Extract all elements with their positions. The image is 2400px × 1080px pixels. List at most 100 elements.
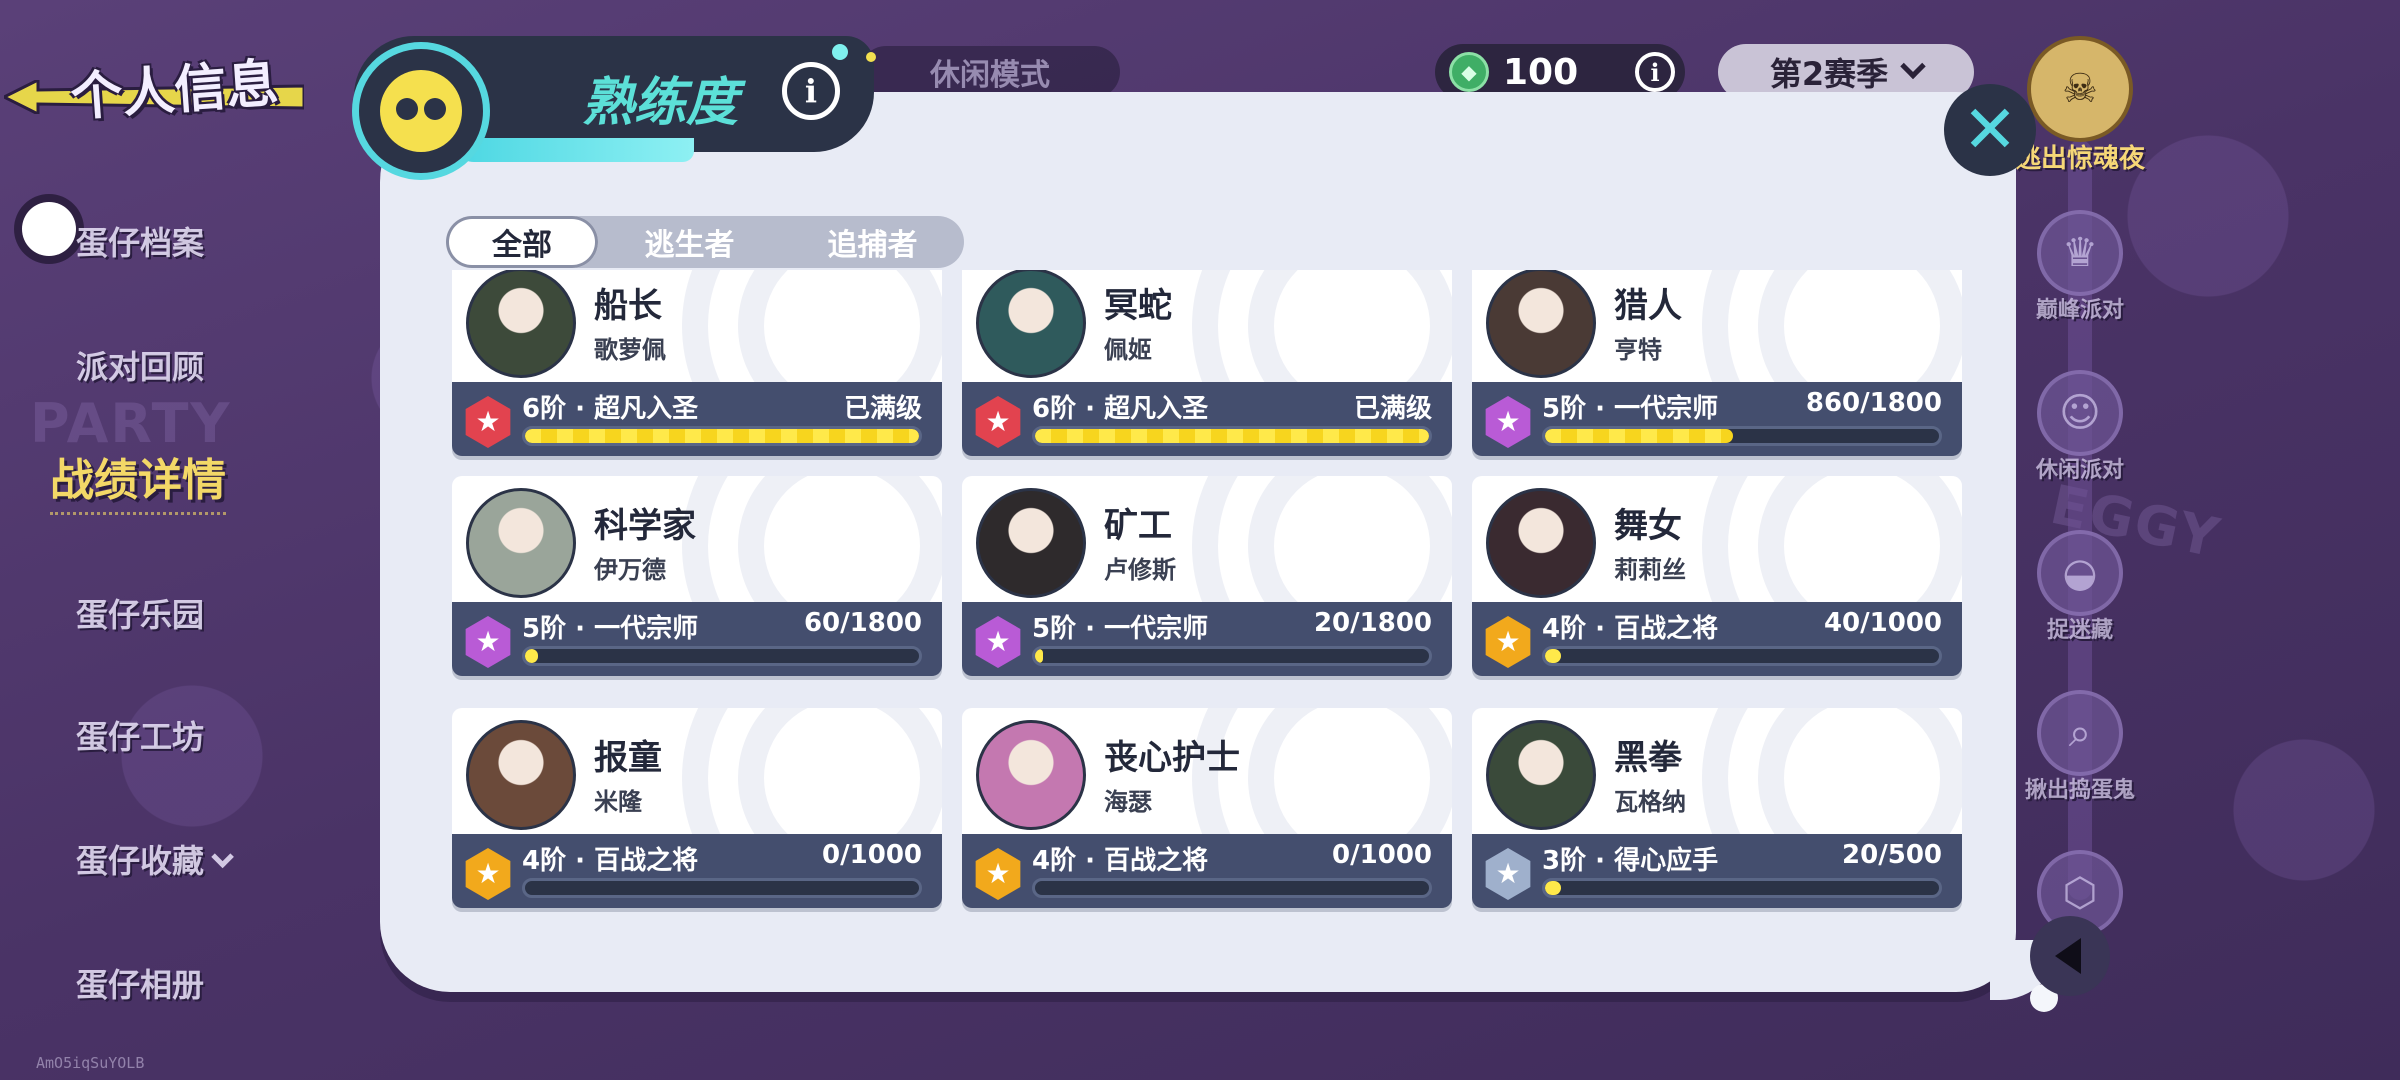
nav-item-collection-label: 蛋仔收藏 [76, 842, 205, 880]
character-avatar [1486, 488, 1596, 598]
role-filter-tabs: 全部 逃生者 追捕者 [446, 216, 964, 268]
progress-track [1542, 878, 1942, 898]
back-button[interactable]: 个人信息 [0, 20, 330, 140]
progress-fill [525, 429, 919, 443]
progress-fill [1035, 429, 1429, 443]
rank-label: 6阶 · 超凡入圣 [1032, 394, 1209, 424]
character-grid: 船长歌萝佩 ★ 6阶 · 超凡入圣 已满级 冥蛇佩姬 ★ 6阶 · 超凡入圣 已满级 猎人亨特 ★… [450, 270, 1966, 920]
character-player-name: 佩姬 [1104, 336, 1152, 364]
nav-item-album[interactable]: 蛋仔相册 [76, 960, 204, 1006]
character-name: 科学家 [594, 506, 696, 546]
character-player-name: 莉莉丝 [1614, 556, 1686, 584]
nav-item-battle-details[interactable]: 战绩详情 [50, 444, 226, 515]
progress-track [1032, 878, 1432, 898]
mode-escape-night[interactable]: ☠ 逃出惊魂夜 [2010, 36, 2150, 175]
rank-star-icon: ★ [1485, 848, 1531, 900]
ghost-icon: ☺ [2037, 370, 2123, 456]
character-player-name: 亨特 [1614, 336, 1662, 364]
character-player-name: 卢修斯 [1104, 556, 1176, 584]
progress-fill [1545, 429, 1734, 443]
skull-icon: ☠ [2027, 36, 2133, 142]
proficiency-bar: ★ 3阶 · 得心应手 20/500 [1472, 834, 1962, 908]
chevron-down-icon [1900, 53, 1926, 80]
notification-dot [22, 202, 76, 256]
mode-find-troublemaker[interactable]: ⌕ 揪出捣蛋鬼 [2010, 690, 2150, 804]
character-card[interactable]: 科学家 伊万德 ★ 5阶 · 一代宗师 60/1800 [452, 476, 942, 676]
crown-icon: ♛ [2037, 210, 2123, 296]
mode-peak-party[interactable]: ♛ 巅峰派对 [2010, 210, 2150, 324]
character-card[interactable]: 猎人 亨特 ★ 5阶 · 一代宗师 860/1800 [1472, 270, 1962, 456]
close-button[interactable]: ✕ [1944, 84, 2036, 176]
nav-item-collection[interactable]: 蛋仔收藏 [76, 836, 234, 882]
character-avatar [466, 270, 576, 378]
coin-info-icon[interactable]: i [1635, 52, 1675, 92]
character-card[interactable]: 船长 歌萝佩 ★ 6阶 · 超凡入圣 已满级 [452, 270, 942, 456]
rank-star-icon: ★ [975, 396, 1021, 448]
nav-item-paradise[interactable]: 蛋仔乐园 [76, 590, 204, 636]
progress-track [522, 426, 922, 446]
progress-track [522, 878, 922, 898]
mode-label: 休闲派对 [2035, 458, 2124, 483]
proficiency-bar: ★ 4阶 · 百战之将 40/1000 [1472, 602, 1962, 676]
character-name: 矿工 [1104, 506, 1172, 546]
character-player-name: 海瑟 [1104, 788, 1152, 816]
rank-label: 6阶 · 超凡入圣 [522, 394, 699, 424]
character-name: 报童 [594, 738, 662, 778]
tab-hunters[interactable]: 追捕者 [781, 216, 964, 268]
rank-label: 4阶 · 百战之将 [522, 846, 699, 876]
progress-fill [1545, 881, 1561, 895]
rank-star-icon: ★ [1485, 396, 1531, 448]
rank-star-icon: ★ [1485, 616, 1531, 668]
progress-value: 已满级 [1353, 394, 1432, 424]
character-avatar [976, 720, 1086, 830]
character-card[interactable]: 报童 米隆 ★ 4阶 · 百战之将 0/1000 [452, 708, 942, 908]
sparkle-icon [866, 52, 876, 62]
progress-track [1542, 646, 1942, 666]
rank-label: 5阶 · 一代宗师 [1032, 614, 1209, 644]
nav-item-workshop[interactable]: 蛋仔工坊 [76, 712, 204, 758]
character-card[interactable]: 黑拳瓦格纳 ★ 3阶 · 得心应手 20/500 [1472, 708, 1962, 908]
mode-casual-party[interactable]: ☺ 休闲派对 [2010, 370, 2150, 484]
character-card[interactable]: 舞女 莉莉丝 ★ 4阶 · 百战之将 40/1000 [1472, 476, 1962, 676]
character-avatar [976, 270, 1086, 378]
character-name: 黑拳 [1614, 738, 1682, 778]
progress-value: 0/1000 [822, 840, 922, 870]
rank-star-icon: ★ [975, 616, 1021, 668]
character-card[interactable]: 冥蛇佩姬 ★ 6阶 · 超凡入圣 已满级 [962, 270, 1452, 456]
proficiency-logo-icon [352, 42, 490, 180]
page-title: 个人信息 [68, 53, 281, 129]
progress-fill [1545, 649, 1561, 663]
mode-hide-and-seek[interactable]: ◒ 捉迷藏 [2010, 530, 2150, 644]
character-name: 猎人 [1614, 286, 1682, 326]
character-player-name: 歌萝佩 [594, 336, 666, 364]
collapse-button[interactable] [2030, 916, 2110, 996]
nav-item-party-review[interactable]: 派对回顾 [76, 342, 204, 388]
chevron-down-icon [211, 845, 234, 869]
proficiency-bar: ★ 4阶 · 百战之将 0/1000 [962, 834, 1452, 908]
coin-value: 100 [1503, 51, 1579, 93]
proficiency-bar: ★ 6阶 · 超凡入圣 已满级 [962, 382, 1452, 456]
nav-item-profile[interactable]: 蛋仔档案 [76, 218, 204, 264]
character-card[interactable]: 矿工卢修斯 ★ 5阶 · 一代宗师 20/1800 [962, 476, 1452, 676]
progress-value: 0/1000 [1332, 840, 1432, 870]
progress-value: 已满级 [843, 394, 922, 424]
close-icon: ✕ [1962, 91, 2018, 168]
rank-label: 4阶 · 百战之将 [1542, 614, 1719, 644]
character-card[interactable]: 丧心护士 海瑟 ★ 4阶 · 百战之将 0/1000 [962, 708, 1452, 908]
progress-value: 20/1800 [1313, 608, 1432, 638]
mode-label: 揪出捣蛋鬼 [2024, 778, 2135, 803]
character-name: 冥蛇 [1104, 286, 1172, 326]
character-name: 船长 [594, 286, 662, 326]
progress-value: 20/500 [1842, 840, 1942, 870]
character-avatar [466, 488, 576, 598]
character-avatar [466, 720, 576, 830]
character-avatar [1486, 720, 1596, 830]
tab-all[interactable]: 全部 [446, 216, 598, 268]
progress-track [1542, 426, 1942, 446]
info-icon[interactable]: i [782, 62, 840, 120]
mode-label: 捉迷藏 [2046, 618, 2113, 643]
tab-survivors[interactable]: 逃生者 [598, 216, 781, 268]
character-player-name: 瓦格纳 [1614, 788, 1686, 816]
progress-track [522, 646, 922, 666]
mode-tab-casual[interactable]: 休闲模式 [860, 46, 1120, 98]
